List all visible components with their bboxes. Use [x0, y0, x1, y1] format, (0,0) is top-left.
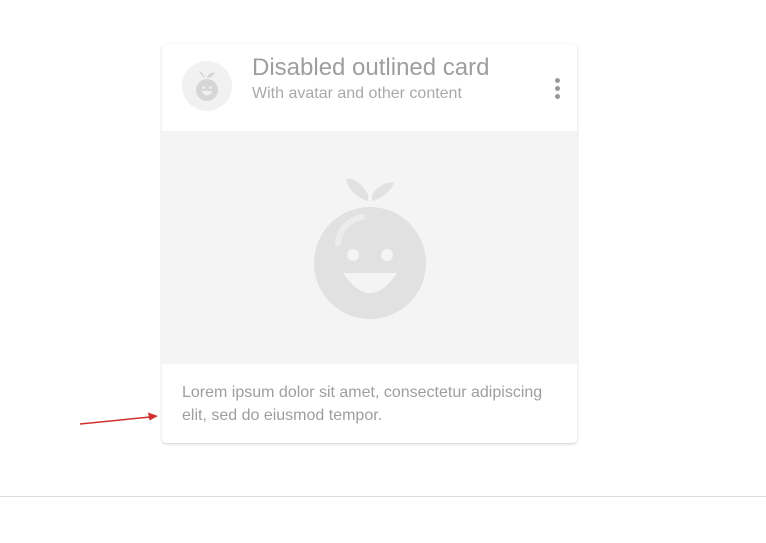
- divider: [0, 496, 766, 497]
- card-media: [162, 131, 577, 364]
- disabled-outlined-card: Disabled outlined card With avatar and o…: [162, 44, 577, 443]
- page: Disabled outlined card With avatar and o…: [0, 0, 766, 543]
- fruit-mascot-icon: [313, 178, 426, 319]
- card-body-text: Lorem ipsum dolor sit amet, consectetur …: [182, 384, 543, 424]
- card-title: Disabled outlined card: [252, 54, 490, 81]
- more-vert-icon: [554, 77, 560, 83]
- arrow-icon: [79, 412, 158, 425]
- card-header: Disabled outlined card With avatar and o…: [162, 44, 577, 131]
- card-subtitle: With avatar and other content: [252, 85, 462, 102]
- avatar: [182, 61, 232, 111]
- more-options-button[interactable]: [543, 70, 571, 106]
- fruit-mascot-icon: [196, 71, 218, 101]
